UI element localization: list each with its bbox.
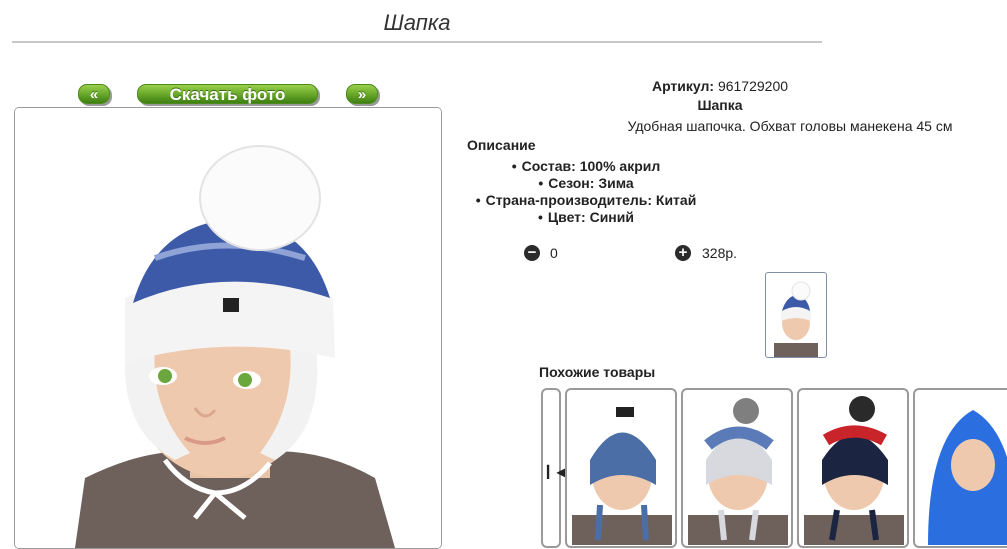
hat-grey-white-pompom-image <box>688 398 788 545</box>
product-name: Шапка <box>697 97 743 113</box>
hat-navy-red-pompom-image <box>804 396 904 545</box>
similar-item-1[interactable] <box>565 388 677 548</box>
minus-icon[interactable]: − <box>524 245 540 261</box>
product-attributes: Состав: 100% акрил Сезон: Зима Страна-пр… <box>466 158 706 226</box>
carousel-prev-button[interactable]: ▎◀ <box>541 388 565 548</box>
similar-item-3[interactable] <box>797 388 909 548</box>
articul-value: 961729200 <box>717 78 789 94</box>
product-image <box>15 108 441 548</box>
product-articul: Артикул: 961729200 <box>520 78 920 94</box>
articul-label: Артикул: <box>651 78 715 94</box>
attr-color: Цвет: Синий <box>466 209 706 226</box>
plus-icon[interactable]: + <box>675 245 691 261</box>
balaclava-blue-image <box>928 410 1007 545</box>
product-thumbnail[interactable] <box>765 272 827 358</box>
similar-products-title: Похожие товары <box>539 364 656 380</box>
attr-composition: Состав: 100% акрил <box>466 158 706 175</box>
description-heading: Описание <box>467 137 536 153</box>
similar-item-2[interactable] <box>681 388 793 548</box>
attr-season: Сезон: Зима <box>466 175 706 192</box>
first-page-icon: ▎◀ <box>547 465 566 479</box>
download-photo-button[interactable]: Скачать фото <box>137 84 318 104</box>
main-product-photo[interactable] <box>14 107 442 549</box>
prev-photo-button[interactable]: « <box>78 84 110 104</box>
thumbnail-image <box>774 281 818 357</box>
page-title: Шапка <box>383 10 451 35</box>
quantity-value: 0 <box>550 245 558 261</box>
similar-item-4[interactable] <box>913 388 1007 548</box>
hat-blue-earflaps-image <box>572 407 672 545</box>
attr-country: Страна-производитель: Китай <box>466 192 706 209</box>
title-divider <box>12 41 822 43</box>
product-price: 328р. <box>702 245 738 261</box>
product-description: Удобная шапочка. Обхват головы манекена … <box>627 118 953 134</box>
next-photo-button[interactable]: » <box>346 84 378 104</box>
